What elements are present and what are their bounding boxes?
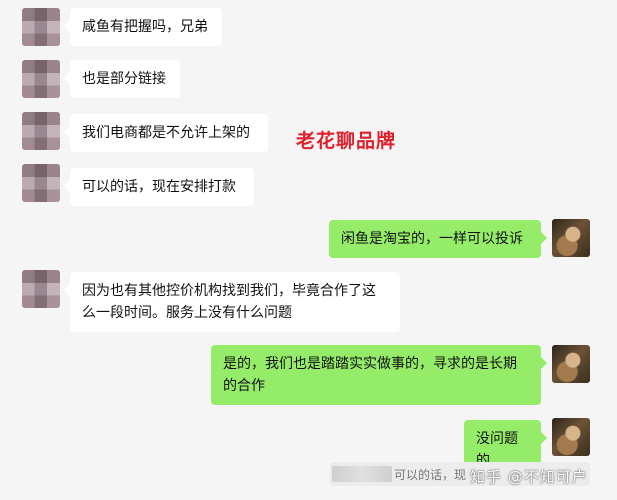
- watermark: 知乎 @不知可户: [470, 468, 588, 486]
- contact-avatar[interactable]: [22, 60, 60, 98]
- message-bubble[interactable]: 可以的话，现在安排打款: [64, 168, 254, 206]
- contact-avatar[interactable]: [22, 164, 60, 202]
- contact-avatar[interactable]: [22, 112, 60, 150]
- message-bubble[interactable]: 因为也有其他控价机构找到我们，毕竟合作了这么一段时间。服务上没有什么问题: [64, 272, 400, 332]
- brand-overlay-title: 老花聊品牌: [296, 130, 397, 152]
- message-bubble[interactable]: 我们电商都是不允许上架的: [64, 114, 268, 152]
- self-avatar[interactable]: [552, 418, 590, 456]
- contact-avatar[interactable]: [22, 8, 60, 46]
- message-bubble[interactable]: 闲鱼是淘宝的，一样可以投诉: [329, 220, 547, 258]
- contact-avatar[interactable]: [22, 270, 60, 308]
- message-bubble[interactable]: 是的，我们也是踏踏实实做事的，寻求的是长期的合作: [211, 345, 547, 405]
- self-avatar[interactable]: [552, 345, 590, 383]
- message-bubble[interactable]: 也是部分链接: [64, 60, 180, 98]
- self-avatar[interactable]: [552, 219, 590, 257]
- quoted-message-text: 可以的话，现: [394, 468, 467, 482]
- blurred-name: [332, 466, 392, 482]
- message-bubble[interactable]: 咸鱼有把握吗，兄弟: [64, 8, 222, 46]
